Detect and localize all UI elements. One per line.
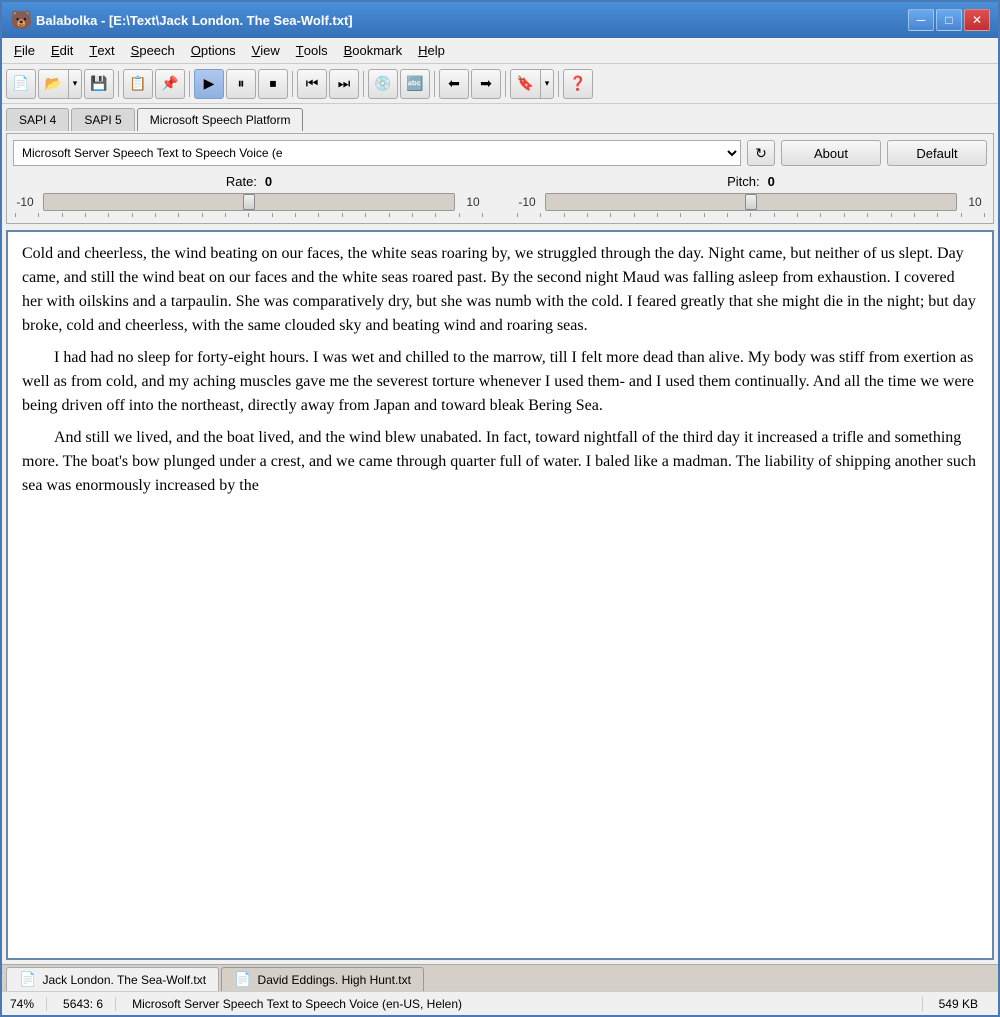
status-position: 5643: 6 [63, 997, 116, 1011]
bookmark-dropdown: 🔖 ▾ [510, 69, 554, 99]
copy-text-button[interactable]: 📋 [123, 69, 153, 99]
pitch-min: -10 [515, 195, 539, 209]
separator-3 [292, 71, 293, 97]
status-filesize: 549 KB [939, 997, 990, 1011]
tab-doc-icon-2: 📄 [234, 971, 251, 988]
text-paragraph-3: And still we lived, and the boat lived, … [22, 426, 978, 498]
rate-range-row: -10 10 [13, 193, 485, 211]
pitch-label-row: Pitch: 0 [727, 174, 775, 189]
find-button[interactable]: 🔤 [400, 69, 430, 99]
pitch-thumb[interactable] [745, 194, 757, 210]
text-area-container: Cold and cheerless, the wind beating on … [6, 230, 994, 960]
app-icon: 🐻 [10, 10, 30, 30]
status-zoom: 74% [10, 997, 47, 1011]
voice-status-value: Microsoft Server Speech Text to Speech V… [132, 997, 462, 1011]
separator-5 [434, 71, 435, 97]
tab-sapi5[interactable]: SAPI 5 [71, 108, 134, 131]
voice-settings-panel: Microsoft Server Speech Text to Speech V… [6, 133, 994, 224]
open-dropdown: 📂 ▾ [38, 69, 82, 99]
separator-6 [505, 71, 506, 97]
pitch-value: 0 [768, 174, 775, 189]
voice-refresh-button[interactable]: ↻ [747, 140, 775, 166]
status-voice: Microsoft Server Speech Text to Speech V… [132, 997, 923, 1011]
text-paragraph-2: I had had no sleep for forty-eight hours… [22, 346, 978, 418]
menu-options[interactable]: Options [183, 40, 244, 61]
pitch-ticks [515, 213, 987, 217]
bottom-tab-label-2: David Eddings. High Hunt.txt [258, 973, 411, 987]
restore-button[interactable]: □ [936, 9, 962, 31]
title-bar-left: 🐻 Balabolka - [E:\Text\Jack London. The … [10, 10, 353, 30]
separator-7 [558, 71, 559, 97]
tab-msp[interactable]: Microsoft Speech Platform [137, 108, 304, 131]
menu-text[interactable]: Text [81, 40, 122, 61]
rate-thumb[interactable] [243, 194, 255, 210]
bottom-tab-high-hunt[interactable]: 📄 David Eddings. High Hunt.txt [221, 967, 424, 991]
voice-about-button[interactable]: About [781, 140, 881, 166]
bookmark-menu-button[interactable]: ▾ [540, 69, 554, 99]
position-value: 5643: 6 [63, 997, 103, 1011]
menu-help[interactable]: Help [410, 40, 453, 61]
play-button[interactable]: ▶ [194, 69, 224, 99]
zoom-value: 74% [10, 997, 34, 1011]
window-title: Balabolka - [E:\Text\Jack London. The Se… [36, 13, 353, 28]
paste-text-button[interactable]: 📌 [155, 69, 185, 99]
pitch-label: Pitch: [727, 174, 760, 189]
menu-tools[interactable]: Tools [288, 40, 336, 61]
window-controls: ─ □ ✕ [908, 9, 990, 31]
rate-track[interactable] [43, 193, 455, 211]
rate-ticks [13, 213, 485, 217]
save-button[interactable]: 💾 [84, 69, 114, 99]
rate-label: Rate: [226, 174, 257, 189]
menu-speech[interactable]: Speech [123, 40, 183, 61]
text-paragraph-1: Cold and cheerless, the wind beating on … [22, 242, 978, 338]
bottom-tab-sea-wolf[interactable]: 📄 Jack London. The Sea-Wolf.txt [6, 967, 219, 991]
menu-file[interactable]: File [6, 40, 43, 61]
filesize-value: 549 KB [939, 997, 978, 1011]
bottom-tab-label-1: Jack London. The Sea-Wolf.txt [42, 973, 206, 987]
pitch-track[interactable] [545, 193, 957, 211]
stop-button[interactable]: ⏹ [258, 69, 288, 99]
skip-fwd-button[interactable]: ⏭ [329, 69, 359, 99]
close-button[interactable]: ✕ [964, 9, 990, 31]
skip-back-button[interactable]: ⏮ [297, 69, 327, 99]
rate-value: 0 [265, 174, 272, 189]
bookmark-add-button[interactable]: 🔖 [510, 69, 540, 99]
menu-view[interactable]: View [244, 40, 288, 61]
voice-dropdown[interactable]: Microsoft Server Speech Text to Speech V… [13, 140, 741, 166]
pitch-range-row: -10 10 [515, 193, 987, 211]
voice-tabs: SAPI 4 SAPI 5 Microsoft Speech Platform [2, 104, 998, 131]
title-bar: 🐻 Balabolka - [E:\Text\Jack London. The … [2, 2, 998, 38]
voice-default-button[interactable]: Default [887, 140, 987, 166]
separator-2 [189, 71, 190, 97]
voice-select-row: Microsoft Server Speech Text to Speech V… [13, 140, 987, 166]
voice-next-button[interactable]: ➡ [471, 69, 501, 99]
rate-label-row: Rate: 0 [226, 174, 272, 189]
new-button[interactable]: 📄 [6, 69, 36, 99]
bottom-tabs: 📄 Jack London. The Sea-Wolf.txt 📄 David … [2, 964, 998, 991]
pause-button[interactable]: ⏸ [226, 69, 256, 99]
open-button[interactable]: 📂 [38, 69, 68, 99]
pitch-max: 10 [963, 195, 987, 209]
open-arrow-button[interactable]: ▾ [68, 69, 82, 99]
toolbar: 📄 📂 ▾ 💾 📋 📌 ▶ ⏸ ⏹ ⏮ ⏭ 💿 🔤 ⬅ ➡ 🔖 ▾ ❓ [2, 64, 998, 104]
text-content[interactable]: Cold and cheerless, the wind beating on … [8, 232, 992, 958]
tab-doc-icon-1: 📄 [19, 971, 36, 988]
status-bar: 74% 5643: 6 Microsoft Server Speech Text… [2, 991, 998, 1015]
menu-bookmark[interactable]: Bookmark [336, 40, 411, 61]
separator-1 [118, 71, 119, 97]
rate-max: 10 [461, 195, 485, 209]
export-button[interactable]: 💿 [368, 69, 398, 99]
rate-slider-group: Rate: 0 -10 10 [13, 174, 485, 217]
pitch-slider-group: Pitch: 0 -10 10 [515, 174, 987, 217]
menu-edit[interactable]: Edit [43, 40, 81, 61]
sliders-row: Rate: 0 -10 10 [13, 174, 987, 217]
main-window: 🐻 Balabolka - [E:\Text\Jack London. The … [0, 0, 1000, 1017]
tab-sapi4[interactable]: SAPI 4 [6, 108, 69, 131]
minimize-button[interactable]: ─ [908, 9, 934, 31]
rate-min: -10 [13, 195, 37, 209]
voice-prev-button[interactable]: ⬅ [439, 69, 469, 99]
menu-bar: File Edit Text Speech Options View Tools… [2, 38, 998, 64]
separator-4 [363, 71, 364, 97]
help-button[interactable]: ❓ [563, 69, 593, 99]
